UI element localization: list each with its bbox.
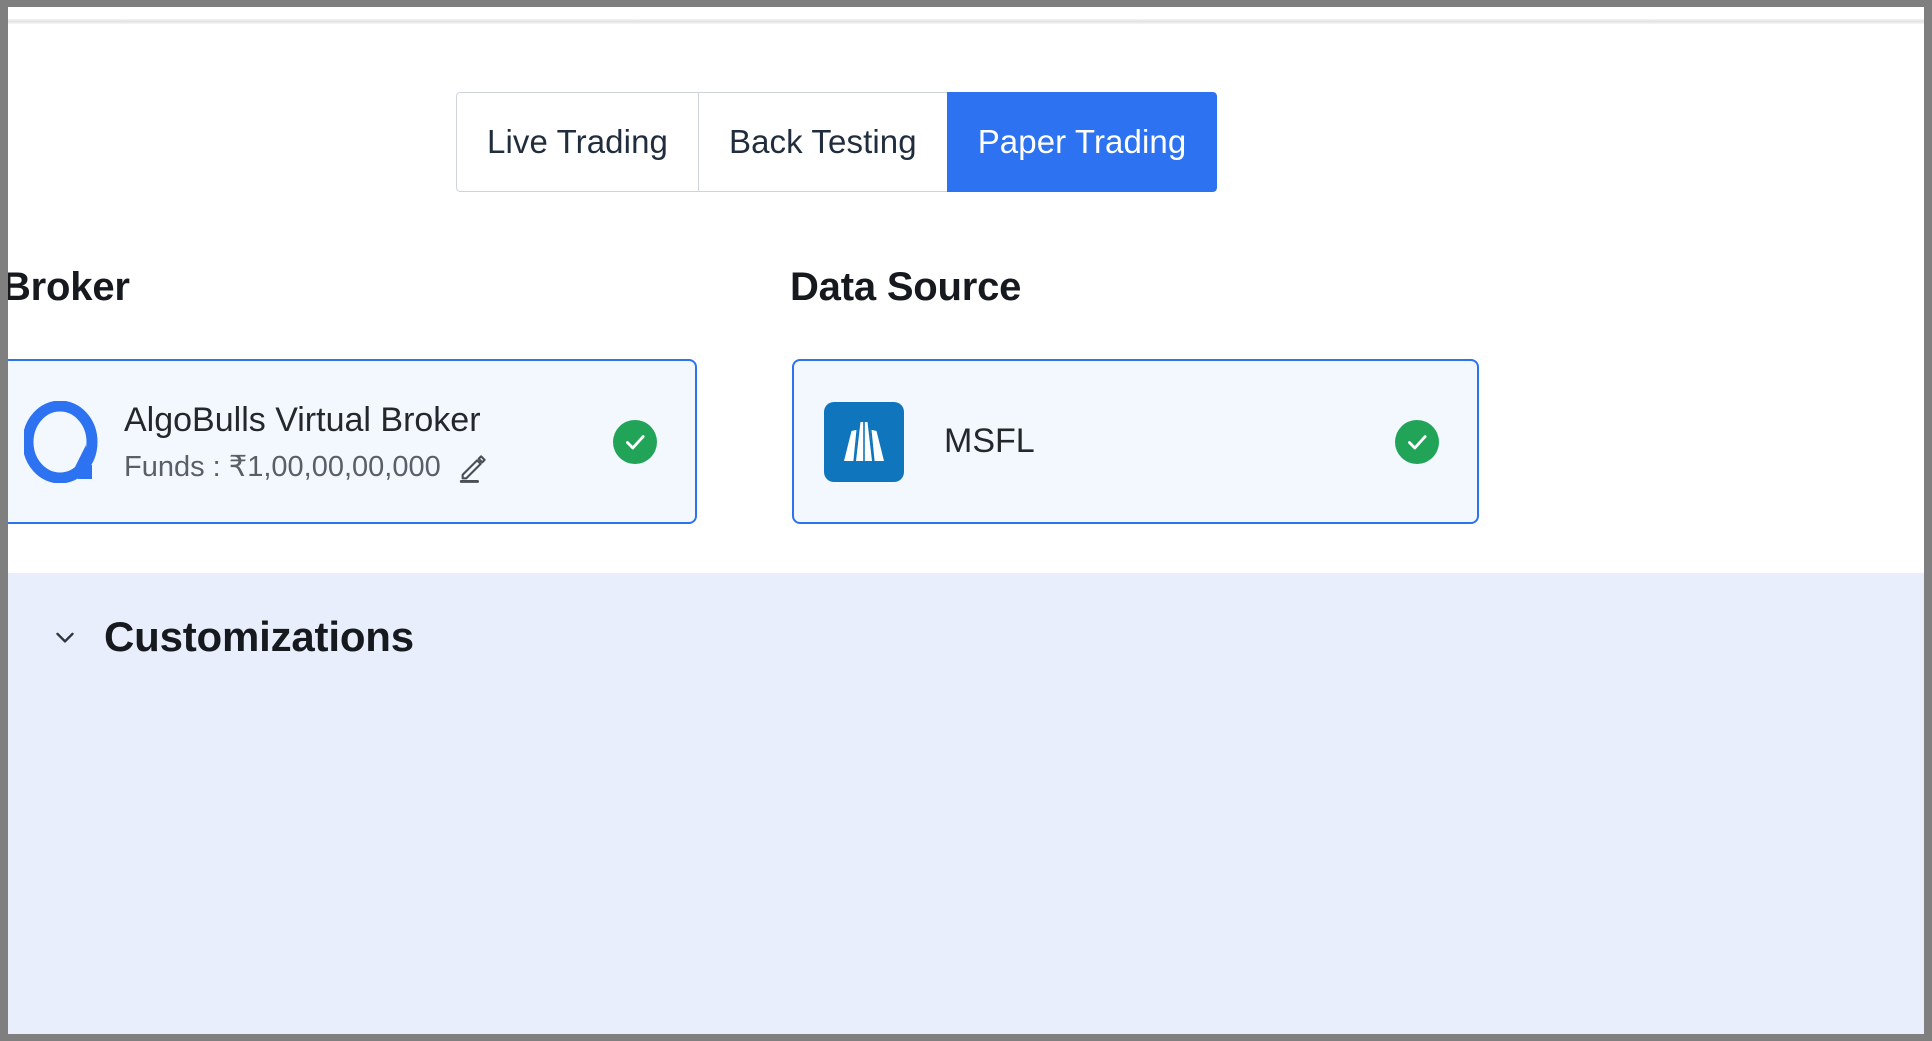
broker-funds-row: Funds : ₹1,00,00,00,000 xyxy=(124,449,613,484)
tab-paper-trading[interactable]: Paper Trading xyxy=(946,92,1218,192)
window-frame: Live Trading Back Testing Paper Trading … xyxy=(0,0,1932,1041)
msfl-logo-icon xyxy=(824,401,904,482)
chevron-down-icon[interactable] xyxy=(48,620,82,654)
broker-heading: Broker xyxy=(8,265,130,309)
data-source-heading: Data Source xyxy=(790,265,1022,309)
customizations-panel: Customizations From (IST) 19:00 To xyxy=(8,573,1924,1034)
data-source-name: MSFL xyxy=(944,422,1035,460)
customizations-header-toggle[interactable]: Customizations xyxy=(48,613,414,661)
check-circle-icon xyxy=(626,434,645,449)
broker-funds-value: Funds : ₹1,00,00,00,000 xyxy=(124,451,441,484)
algobulls-logo-icon xyxy=(24,400,98,483)
broker-status-badge xyxy=(613,419,657,464)
check-circle-icon xyxy=(1408,434,1427,449)
broker-name: AlgoBulls Virtual Broker xyxy=(124,400,481,439)
tab-live-trading[interactable]: Live Trading xyxy=(456,92,698,192)
trading-mode-tabs[interactable]: Live Trading Back Testing Paper Trading xyxy=(456,92,1218,192)
page-viewport: Live Trading Back Testing Paper Trading … xyxy=(8,7,1924,1034)
customizations-title: Customizations xyxy=(104,613,414,660)
pencil-icon[interactable] xyxy=(457,450,491,484)
broker-card-text: AlgoBulls Virtual Broker Funds : ₹1,00,0… xyxy=(98,399,613,485)
tab-back-testing[interactable]: Back Testing xyxy=(697,92,947,192)
data-source-status-badge xyxy=(1395,419,1439,464)
top-divider xyxy=(8,19,1924,24)
broker-card-algobulls-virtual-broker[interactable]: AlgoBulls Virtual Broker Funds : ₹1,00,0… xyxy=(8,359,697,524)
data-source-card-msfl[interactable]: MSFL xyxy=(792,359,1479,524)
